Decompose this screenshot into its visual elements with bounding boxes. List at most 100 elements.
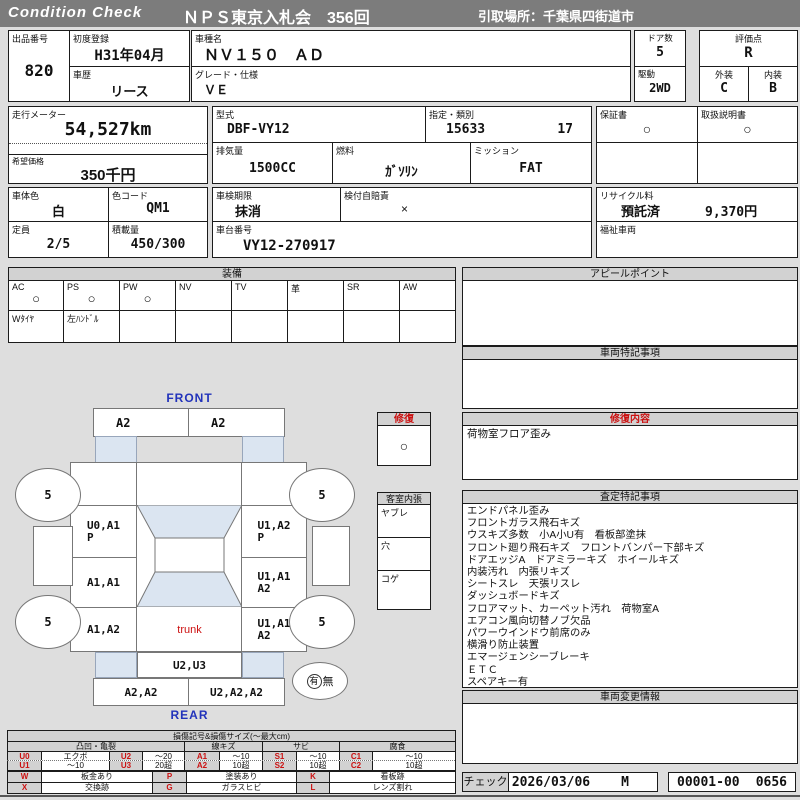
- equipment-title: 装備: [8, 267, 456, 281]
- legend-desc: ～10: [41, 761, 109, 770]
- legend-desc: エクボ: [41, 751, 109, 760]
- drive-cell: 駆動 2WD: [634, 66, 686, 102]
- insurance-cell: 検付自賠責 ×: [340, 187, 471, 222]
- damage-codes: A1,A2: [86, 623, 121, 636]
- score-value: R: [744, 45, 753, 61]
- assessment-line: フロアマット、カーペット汚れ 荷物室A: [467, 603, 660, 615]
- assessment-line: 横滑り防止装置: [467, 640, 540, 652]
- equipment-cell-aw: AW: [399, 280, 456, 311]
- repair-flag-title: 修復: [377, 412, 431, 426]
- assessment-line: シートスレ 天張リスレ: [467, 579, 581, 591]
- repair-detail-title: 修復内容: [462, 412, 798, 426]
- legend-desc: 10超: [372, 761, 455, 770]
- model-code-value: DBF-VY12: [227, 122, 290, 137]
- grade-value: ＶＥ: [204, 83, 229, 97]
- inspection-cell: 車検期限 抹消: [212, 187, 341, 222]
- front-right-tire: 5: [289, 468, 355, 522]
- legend-code: W: [7, 771, 41, 782]
- equipment-extra-label: 左ﾊﾝﾄﾞﾙ: [67, 314, 99, 324]
- body-color-value: 白: [51, 204, 65, 219]
- model-name-value: ＮＶ１５０ ＡＤ: [204, 47, 325, 64]
- drive-label: 駆動: [638, 69, 656, 79]
- assessment-line: エンドパネル歪み: [467, 506, 550, 517]
- roof-shape: [154, 537, 225, 573]
- equipment-extra-empty: [399, 310, 456, 343]
- fuel-label: 燃料: [336, 146, 355, 156]
- assessment-line: ＥＴＣ: [467, 664, 498, 676]
- equipment-cell-pw: PW ○: [119, 280, 176, 311]
- legend-desc: 交換跡: [41, 782, 152, 793]
- first-registration-value: H31年04月: [94, 48, 165, 64]
- interior-grade-label: 内装: [763, 70, 782, 80]
- assessment-line: ダッシュボードキズ: [467, 591, 560, 603]
- exterior-grade-label: 外装: [714, 70, 733, 80]
- legend-code: C1: [339, 751, 372, 760]
- equipment-extra-empty: [231, 310, 288, 343]
- doors-label: ドア数: [647, 33, 673, 43]
- legend-code: U3: [109, 761, 142, 770]
- equipment-mark: ○: [87, 291, 96, 306]
- solid-divider: [9, 154, 207, 155]
- equipment-extra-empty: [119, 310, 176, 343]
- rear-left-tire: 5: [15, 595, 81, 649]
- damage-codes: U1,A1 A2: [257, 616, 291, 642]
- capacity-label: 定員: [12, 225, 31, 235]
- lot-number-label: 出品番号: [12, 34, 49, 44]
- capacity-value: 2/5: [46, 237, 71, 252]
- damage-codes: U0,A1 P: [86, 518, 121, 544]
- warranty-empty-cell: [596, 142, 698, 184]
- legend-desc: 看板跡: [329, 771, 455, 782]
- cabin-lining-label: コゲ: [381, 574, 400, 584]
- rear-bumper-right: U2,A2,A2: [188, 678, 285, 706]
- damage-codes: A2,A2: [124, 685, 158, 699]
- equipment-col-label: NV: [179, 282, 192, 292]
- check-label: チェック: [463, 776, 508, 788]
- equipment-mark: ○: [143, 291, 152, 306]
- equipment-cell-nv: NV: [175, 280, 232, 311]
- manual-mark: ○: [743, 121, 752, 137]
- legend-code: K: [296, 771, 329, 782]
- right-rear-door-cell: U1,A1 A2: [241, 557, 307, 608]
- class-label: 指定・類別: [429, 110, 475, 120]
- interior-grade-cell: 内装 B: [748, 66, 798, 102]
- legend-code: U2: [109, 751, 142, 760]
- displacement-value: 1500CC: [249, 161, 296, 176]
- legend-code: U0: [7, 751, 41, 760]
- trunk-cell: trunk: [137, 607, 242, 652]
- asking-price-value: 350千円: [80, 167, 136, 184]
- rear-window-cell: U2,U3: [137, 652, 242, 678]
- trunk-label: trunk: [177, 623, 202, 636]
- equipment-col-label: TV: [235, 282, 247, 292]
- interior-grade-value: B: [769, 81, 777, 96]
- equipment-cell-tv: TV: [231, 280, 288, 311]
- legend-desc: ガラスヒビ: [186, 782, 296, 793]
- tire-depth-value: 5: [318, 488, 326, 502]
- assessment-line: エアコン風向切替ノブ欠品: [467, 615, 591, 627]
- damage-codes: U1,A1 A2: [257, 569, 291, 595]
- rear-glass-shape: [137, 571, 242, 607]
- damage-codes: U1,A2 P: [257, 518, 291, 544]
- damage-legend-table-2: W 板金あり P 塗装あり K 看板跡 X 交換跡 G ガラスヒビ L レンズ割…: [7, 771, 456, 794]
- first-registration-cell: 初度登録 H31年04月: [69, 30, 190, 67]
- dotted-divider: [9, 143, 207, 144]
- legend-desc: ～10: [372, 751, 455, 760]
- legend-desc: 板金あり: [41, 771, 152, 782]
- grade-cell: グレード・仕様 ＶＥ: [191, 66, 631, 102]
- equipment-extra-wtire: Wﾀｲﾔ: [8, 310, 64, 343]
- legend-group-corrosion: 腐食: [339, 741, 455, 751]
- assessment-line: ドアエッジA ドアミラーキズ ホイールキズ: [467, 554, 680, 566]
- assessment-line: スペアキー有: [467, 676, 529, 688]
- model-code-cell: 型式 DBF-VY12: [212, 106, 426, 143]
- cabin-lining-row-tear: ヤブレ: [377, 504, 431, 538]
- auction-title: ＮＰＳ東京入札会 356回: [183, 10, 370, 27]
- auction-condition-sheet: { "colors":{"accent_red":"#cc1111","labe…: [0, 0, 800, 800]
- doors-value: 5: [656, 45, 664, 60]
- repair-detail-text: 荷物室フロア歪み: [467, 428, 551, 440]
- equipment-col-label: 革: [291, 284, 301, 294]
- assessment-line: 内装汚れ 内張リキズ: [467, 567, 570, 579]
- warranty-cell: 保証書 ○: [596, 106, 698, 143]
- assessment-line: フロント廻り飛石キズ フロントバンパー下部キズ: [467, 542, 705, 554]
- legend-code: U1: [7, 761, 41, 770]
- appeal-points-body: [462, 280, 798, 346]
- front-right-pillar-shade: [242, 436, 284, 463]
